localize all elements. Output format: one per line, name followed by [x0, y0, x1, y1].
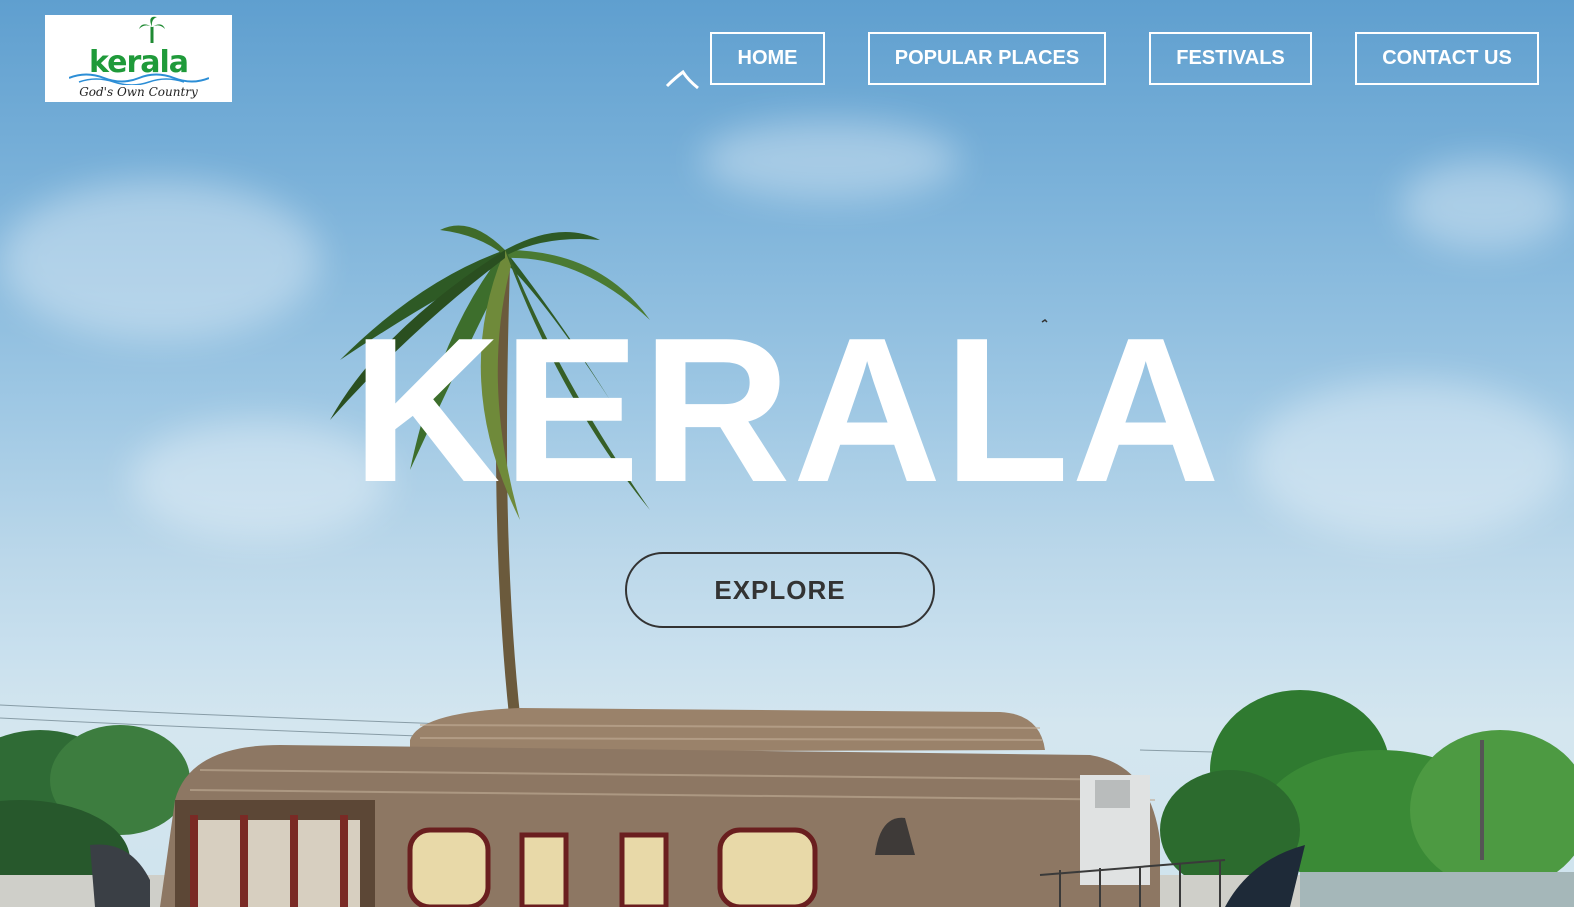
palm-tree-icon — [139, 16, 165, 43]
hero-section: kerala God's Own Country HOME POPULAR PL… — [0, 0, 1574, 907]
wave-icon — [69, 73, 209, 85]
houseboat — [90, 708, 1305, 907]
nav-festivals-button[interactable]: FESTIVALS — [1149, 32, 1312, 85]
explore-button[interactable]: EXPLORE — [625, 552, 935, 628]
kerala-logo[interactable]: kerala God's Own Country — [45, 15, 232, 102]
hero-title: KERALA — [351, 295, 1223, 525]
nav-popular-places-button[interactable]: POPULAR PLACES — [868, 32, 1106, 85]
nav-contact-us-button[interactable]: CONTACT US — [1355, 32, 1539, 85]
nav-home-button[interactable]: HOME — [710, 32, 825, 85]
logo-tagline: God's Own Country — [79, 85, 198, 99]
